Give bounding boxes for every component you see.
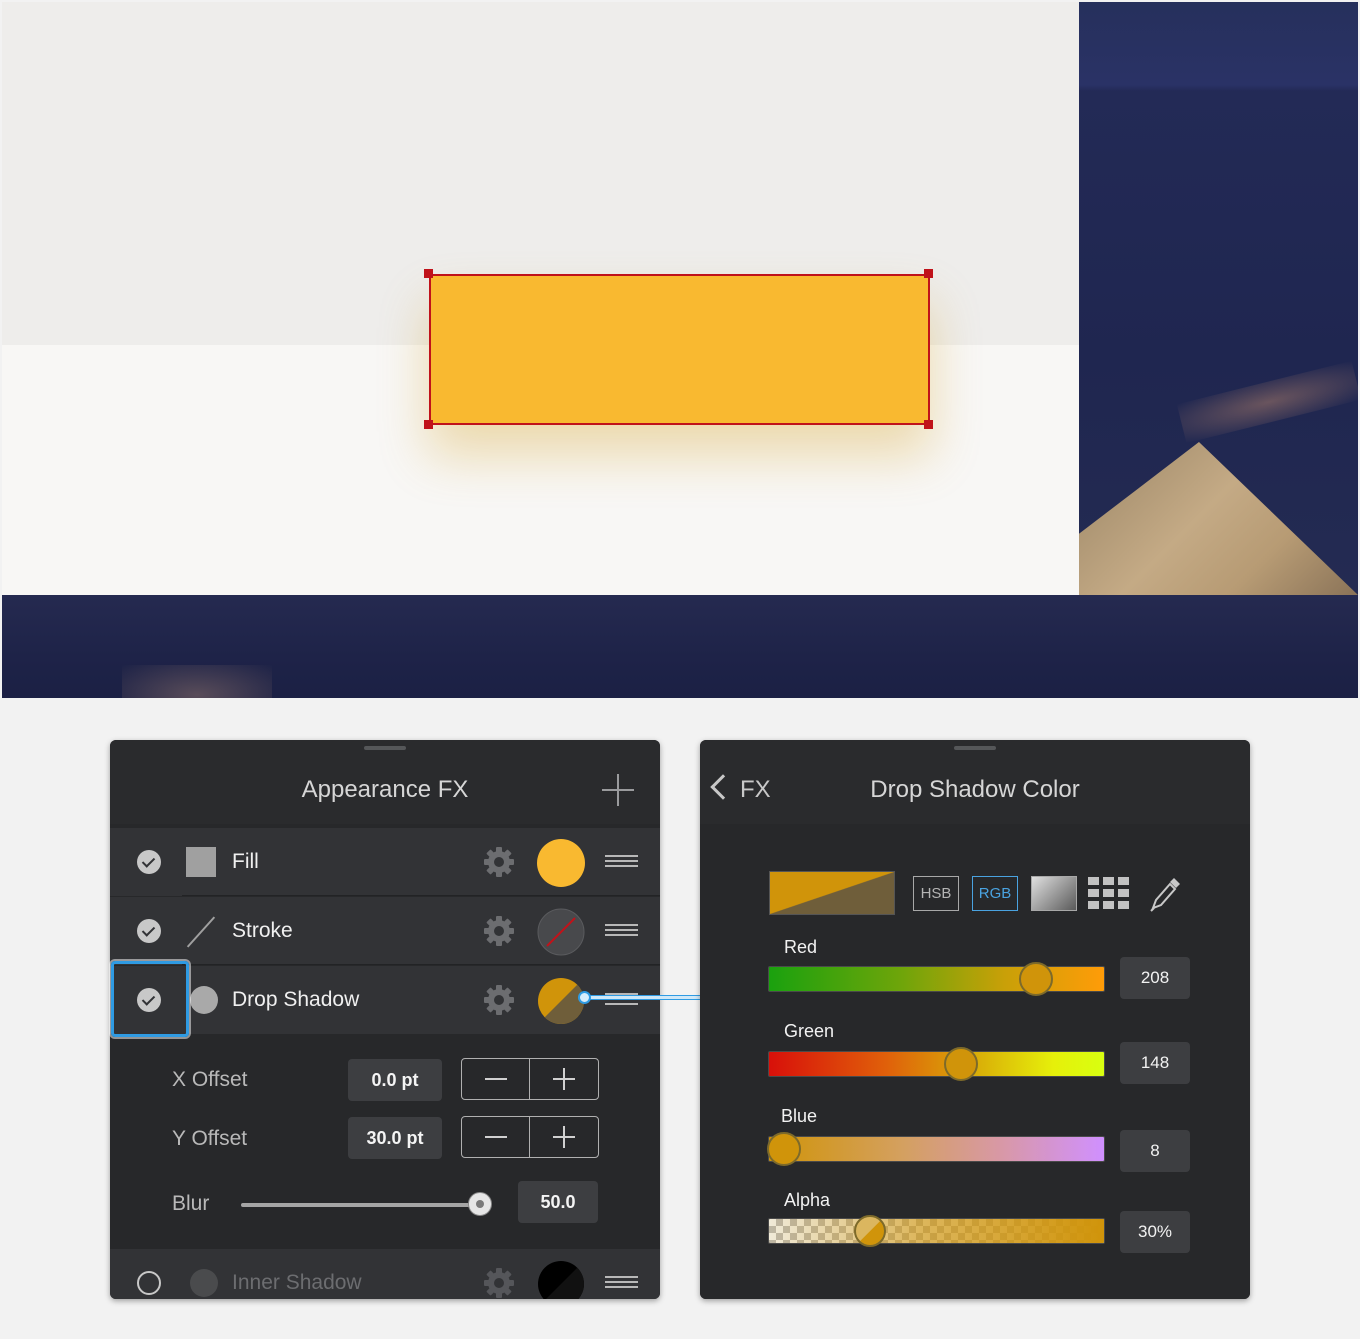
y-offset-stepper[interactable] (461, 1116, 599, 1158)
background-photo-right (1079, 2, 1358, 595)
panel-title: Drop Shadow Color (870, 776, 1080, 803)
green-label: Green (784, 1021, 835, 1041)
blur-field[interactable]: 50.0 (518, 1181, 598, 1223)
rgb-mode-button[interactable]: RGB (972, 876, 1018, 911)
resize-handle-bottom-right[interactable] (924, 420, 933, 429)
selected-effect-highlight (111, 961, 189, 1037)
inner-shadow-icon (190, 1269, 218, 1297)
green-slider-track[interactable] (768, 1051, 1105, 1077)
square-fill-icon (186, 847, 216, 877)
panel-grabber[interactable] (364, 746, 406, 750)
photo-glow (1176, 360, 1358, 444)
red-slider-knob[interactable] (1019, 962, 1053, 996)
blur-slider-track[interactable] (241, 1203, 481, 1207)
x-offset-stepper[interactable] (461, 1058, 599, 1100)
minus-button[interactable] (462, 1117, 530, 1157)
gradient-mode-icon[interactable] (1031, 876, 1077, 911)
effect-label: Stroke (232, 919, 293, 942)
effect-row-fill[interactable]: Fill (110, 828, 660, 896)
gear-icon[interactable] (483, 915, 515, 947)
gear-icon[interactable] (483, 846, 515, 878)
plus-button[interactable] (530, 1059, 598, 1099)
alpha-value-field[interactable]: 30% (1120, 1211, 1190, 1253)
photo-glow-bottom (122, 665, 272, 698)
stroke-line-icon (186, 916, 216, 946)
x-offset-field[interactable]: 0.0 pt (348, 1059, 442, 1101)
green-value-field[interactable]: 148 (1120, 1042, 1190, 1084)
effect-row-stroke[interactable]: Stroke (110, 897, 660, 965)
drop-shadow-color-swatch[interactable] (537, 977, 585, 1025)
eyedropper-icon[interactable] (1148, 874, 1184, 914)
alpha-slider-track[interactable] (768, 1218, 1105, 1244)
effect-label: Drop Shadow (232, 988, 360, 1011)
color-preview-swatch[interactable] (769, 871, 895, 915)
reorder-handle-icon[interactable] (605, 1276, 638, 1288)
resize-handle-top-left[interactable] (424, 269, 433, 278)
background-photo-bottom (2, 595, 1358, 698)
alpha-slider-knob[interactable] (853, 1214, 887, 1248)
red-value-field[interactable]: 208 (1120, 957, 1190, 999)
blue-slider-knob[interactable] (767, 1132, 801, 1166)
appearance-fx-panel: Appearance FX Fill Stroke Drop Shadow X … (110, 740, 660, 1299)
fill-color-swatch[interactable] (537, 839, 585, 887)
alpha-label: Alpha (784, 1190, 831, 1210)
reorder-handle-icon[interactable] (605, 924, 638, 936)
callout-connector (585, 995, 700, 1000)
panel-title: Appearance FX (301, 776, 469, 803)
gear-icon[interactable] (483, 984, 515, 1016)
resize-handle-bottom-left[interactable] (424, 420, 433, 429)
effect-label: Fill (232, 850, 259, 873)
blue-slider-track[interactable] (768, 1136, 1105, 1162)
callout-connector-dot (578, 991, 591, 1004)
resize-handle-top-right[interactable] (924, 269, 933, 278)
drop-shadow-color-panel: FX Drop Shadow Color HSB RGB Red 208 Gre… (700, 740, 1250, 1299)
reorder-handle-icon[interactable] (605, 855, 638, 867)
swatch-grid-icon[interactable] (1088, 877, 1130, 910)
row-separator (182, 895, 660, 896)
y-offset-label: Y Offset (172, 1127, 248, 1150)
blue-label: Blue (781, 1106, 818, 1126)
gear-icon[interactable] (483, 1267, 515, 1299)
selected-rectangle[interactable] (429, 274, 930, 425)
effect-label: Inner Shadow (232, 1271, 362, 1294)
panel-header: FX Drop Shadow Color (700, 740, 1250, 824)
blur-slider-knob[interactable] (468, 1192, 492, 1216)
y-offset-field[interactable]: 30.0 pt (348, 1117, 442, 1159)
red-slider-track[interactable] (768, 966, 1105, 992)
design-canvas[interactable] (2, 2, 1358, 698)
green-slider-knob[interactable] (944, 1047, 978, 1081)
enabled-checkmark-icon[interactable] (137, 850, 161, 874)
enabled-checkmark-icon[interactable] (137, 919, 161, 943)
row-separator (182, 964, 660, 965)
hsb-mode-button[interactable]: HSB (913, 876, 959, 911)
panel-header: Appearance FX (110, 740, 660, 824)
drop-shadow-icon (190, 986, 218, 1014)
blue-value-field[interactable]: 8 (1120, 1130, 1190, 1172)
disabled-circle-icon[interactable] (137, 1271, 161, 1295)
stroke-color-swatch[interactable] (537, 908, 585, 956)
screen: Appearance FX Fill Stroke Drop Shadow X … (0, 0, 1360, 1339)
add-effect-icon[interactable] (602, 774, 634, 806)
minus-button[interactable] (462, 1059, 530, 1099)
x-offset-label: X Offset (172, 1068, 248, 1091)
inner-shadow-color-swatch[interactable] (537, 1260, 585, 1299)
red-label: Red (784, 937, 818, 957)
photo-wood-block (1079, 442, 1358, 595)
panel-grabber[interactable] (954, 746, 996, 750)
blur-label: Blur (172, 1192, 210, 1215)
plus-button[interactable] (530, 1117, 598, 1157)
alpha-gradient-overlay (769, 1219, 1104, 1243)
effect-row-inner-shadow[interactable]: Inner Shadow (110, 1249, 660, 1299)
